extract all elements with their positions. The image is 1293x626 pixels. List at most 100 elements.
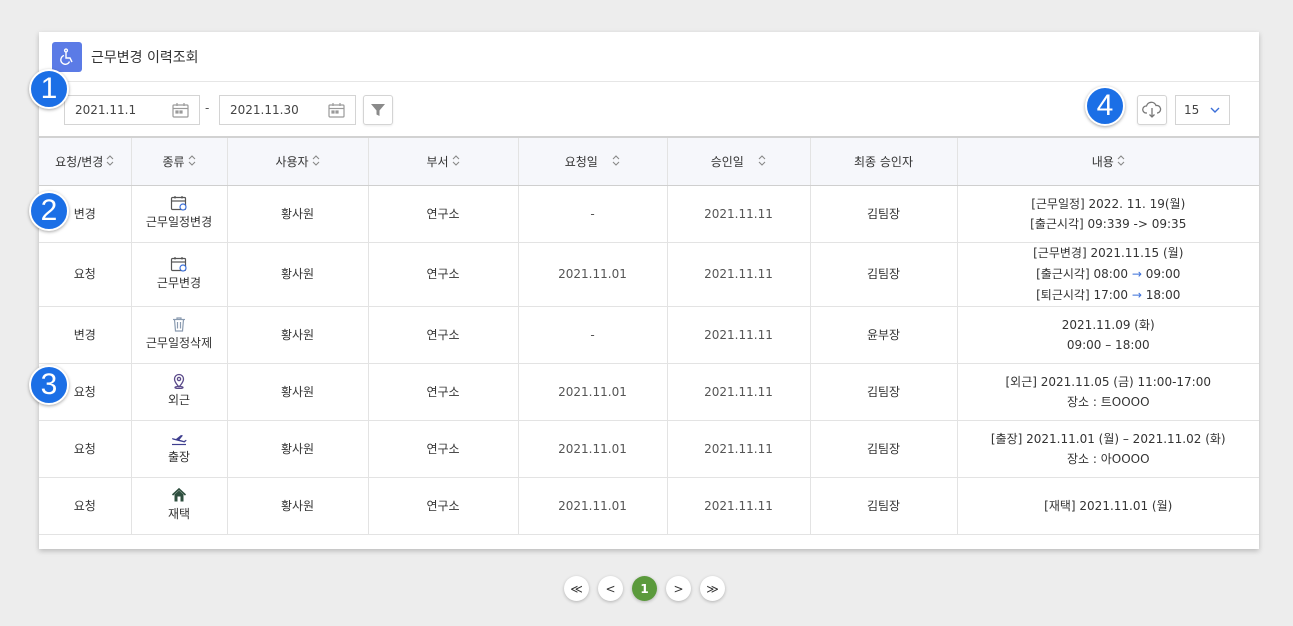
type-label: 외근	[167, 393, 191, 407]
column-header-type[interactable]: 종류	[131, 136, 228, 186]
type-label: 재택	[167, 507, 191, 521]
wheelchair-icon	[52, 41, 82, 72]
cell-type: 외근	[131, 363, 228, 421]
cell-content: [재택] 2021.11.01 (월)	[957, 477, 1259, 535]
cell-user: 황사원	[227, 420, 369, 478]
page-title: 근무변경 이력조회	[91, 49, 199, 66]
sort-icon[interactable]	[312, 155, 320, 169]
end-date-value: 2021.11.30	[230, 103, 299, 117]
table-row[interactable]: 요청 근무변경 황사원 연구소 2021.11.01 2021.11.11 김팀…	[39, 242, 1259, 307]
sort-icon[interactable]	[758, 155, 766, 169]
history-table: 요청/변경 종류 사용자 부서 요청일 승인일 최종 승인자 내용 변경 근무일…	[39, 136, 1259, 535]
cell-user: 황사원	[227, 363, 369, 421]
callout-badge-1: 1	[29, 69, 69, 109]
current-page-button[interactable]: 1	[632, 576, 657, 601]
start-date-value: 2021.11.1	[75, 103, 137, 117]
calendar-icon[interactable]	[172, 102, 190, 122]
filter-toolbar: 2021.11.1 - 2021.11.30 15	[39, 82, 1259, 137]
cell-type: 근무일정삭제	[131, 306, 228, 364]
cell-approver: 김팀장	[810, 242, 958, 307]
cloud-download-icon	[1142, 101, 1162, 118]
cell-type: 근무일정변경	[131, 185, 228, 243]
callout-badge-2: 2	[29, 191, 69, 231]
arrow-right-icon: →	[1131, 287, 1142, 302]
cell-approve-date: 2021.11.11	[667, 477, 811, 535]
cell-approver: 김팀장	[810, 420, 958, 478]
sort-icon[interactable]	[188, 155, 196, 169]
cell-type: 근무변경	[131, 242, 228, 307]
column-header-content[interactable]: 내용	[957, 136, 1259, 186]
next-page-button[interactable]: >	[666, 576, 691, 601]
cell-approve-date: 2021.11.11	[667, 185, 811, 243]
cell-kind: 요청	[39, 477, 132, 535]
sort-icon[interactable]	[452, 155, 460, 169]
filter-icon	[371, 104, 385, 116]
cell-approve-date: 2021.11.11	[667, 420, 811, 478]
column-header-user[interactable]: 사용자	[227, 136, 369, 186]
panel-header: 근무변경 이력조회	[39, 32, 1259, 82]
column-header-kind[interactable]: 요청/변경	[39, 136, 132, 186]
table-row[interactable]: 변경 근무일정삭제 황사원 연구소 - 2021.11.11 윤부장 2021.…	[39, 306, 1259, 364]
cell-content: 2021.11.09 (화) 09:00 – 18:00	[957, 306, 1259, 364]
cell-user: 황사원	[227, 185, 369, 243]
page-size-value: 15	[1184, 103, 1200, 117]
location-pin-icon	[173, 373, 185, 389]
table-row[interactable]: 요청 재택 황사원 연구소 2021.11.01 2021.11.11 김팀장 …	[39, 477, 1259, 535]
cell-request-date: -	[518, 306, 668, 364]
cell-dept: 연구소	[368, 363, 519, 421]
pagination: ≪ < 1 > ≫	[564, 576, 725, 601]
cell-dept: 연구소	[368, 306, 519, 364]
trash-icon	[173, 317, 185, 332]
type-label: 출장	[167, 450, 191, 464]
sort-icon[interactable]	[1117, 155, 1125, 169]
work-change-history-panel: 근무변경 이력조회 2021.11.1 - 2021.11.30 15 요청/변…	[39, 32, 1259, 549]
first-page-button[interactable]: ≪	[564, 576, 589, 601]
cell-request-date: 2021.11.01	[518, 363, 668, 421]
column-header-approve-date[interactable]: 승인일	[667, 136, 811, 186]
cell-request-date: 2021.11.01	[518, 242, 668, 307]
cell-approve-date: 2021.11.11	[667, 306, 811, 364]
cell-dept: 연구소	[368, 185, 519, 243]
column-header-request-date[interactable]: 요청일	[518, 136, 668, 186]
page-size-select[interactable]: 15	[1175, 95, 1230, 125]
cell-approver: 윤부장	[810, 306, 958, 364]
home-icon	[171, 487, 187, 502]
cell-content: [출장] 2021.11.01 (월) – 2021.11.02 (화) 장소 …	[957, 420, 1259, 478]
sort-icon[interactable]	[106, 155, 114, 169]
prev-page-button[interactable]: <	[598, 576, 623, 601]
arrow-right-icon: →	[1131, 266, 1142, 281]
calendar-icon[interactable]	[328, 102, 346, 122]
table-row[interactable]: 변경 근무일정변경 황사원 연구소 - 2021.11.11 김팀장 [근무일정…	[39, 185, 1259, 243]
last-page-button[interactable]: ≫	[700, 576, 725, 601]
type-label: 근무일정삭제	[145, 336, 213, 350]
cell-user: 황사원	[227, 306, 369, 364]
download-button[interactable]	[1137, 95, 1167, 125]
filter-button[interactable]	[363, 95, 393, 125]
column-header-approver: 최종 승인자	[810, 136, 958, 186]
cell-request-date: 2021.11.01	[518, 420, 668, 478]
start-date-field[interactable]: 2021.11.1	[64, 95, 200, 125]
table-row[interactable]: 요청 출장 황사원 연구소 2021.11.01 2021.11.11 김팀장 …	[39, 420, 1259, 478]
column-header-dept[interactable]: 부서	[368, 136, 519, 186]
cell-request-date: -	[518, 185, 668, 243]
cell-kind: 변경	[39, 306, 132, 364]
cell-dept: 연구소	[368, 420, 519, 478]
cell-approver: 김팀장	[810, 185, 958, 243]
date-range-separator: -	[205, 101, 210, 115]
calendar-edit-icon	[170, 256, 187, 272]
cell-user: 황사원	[227, 242, 369, 307]
cell-user: 황사원	[227, 477, 369, 535]
table-header-row: 요청/변경 종류 사용자 부서 요청일 승인일 최종 승인자 내용	[39, 136, 1259, 186]
sort-icon[interactable]	[612, 155, 620, 169]
table-row[interactable]: 요청 외근 황사원 연구소 2021.11.01 2021.11.11 김팀장 …	[39, 363, 1259, 421]
cell-kind: 요청	[39, 420, 132, 478]
end-date-field[interactable]: 2021.11.30	[219, 95, 356, 125]
type-label: 근무일정변경	[145, 215, 213, 229]
cell-dept: 연구소	[368, 242, 519, 307]
type-label: 근무변경	[156, 275, 202, 290]
cell-dept: 연구소	[368, 477, 519, 535]
cell-content: [근무일정] 2022. 11. 19(월) [출근시각] 09:339 -> …	[957, 185, 1259, 243]
cell-type: 출장	[131, 420, 228, 478]
cell-kind: 요청	[39, 242, 132, 307]
cell-approve-date: 2021.11.11	[667, 363, 811, 421]
